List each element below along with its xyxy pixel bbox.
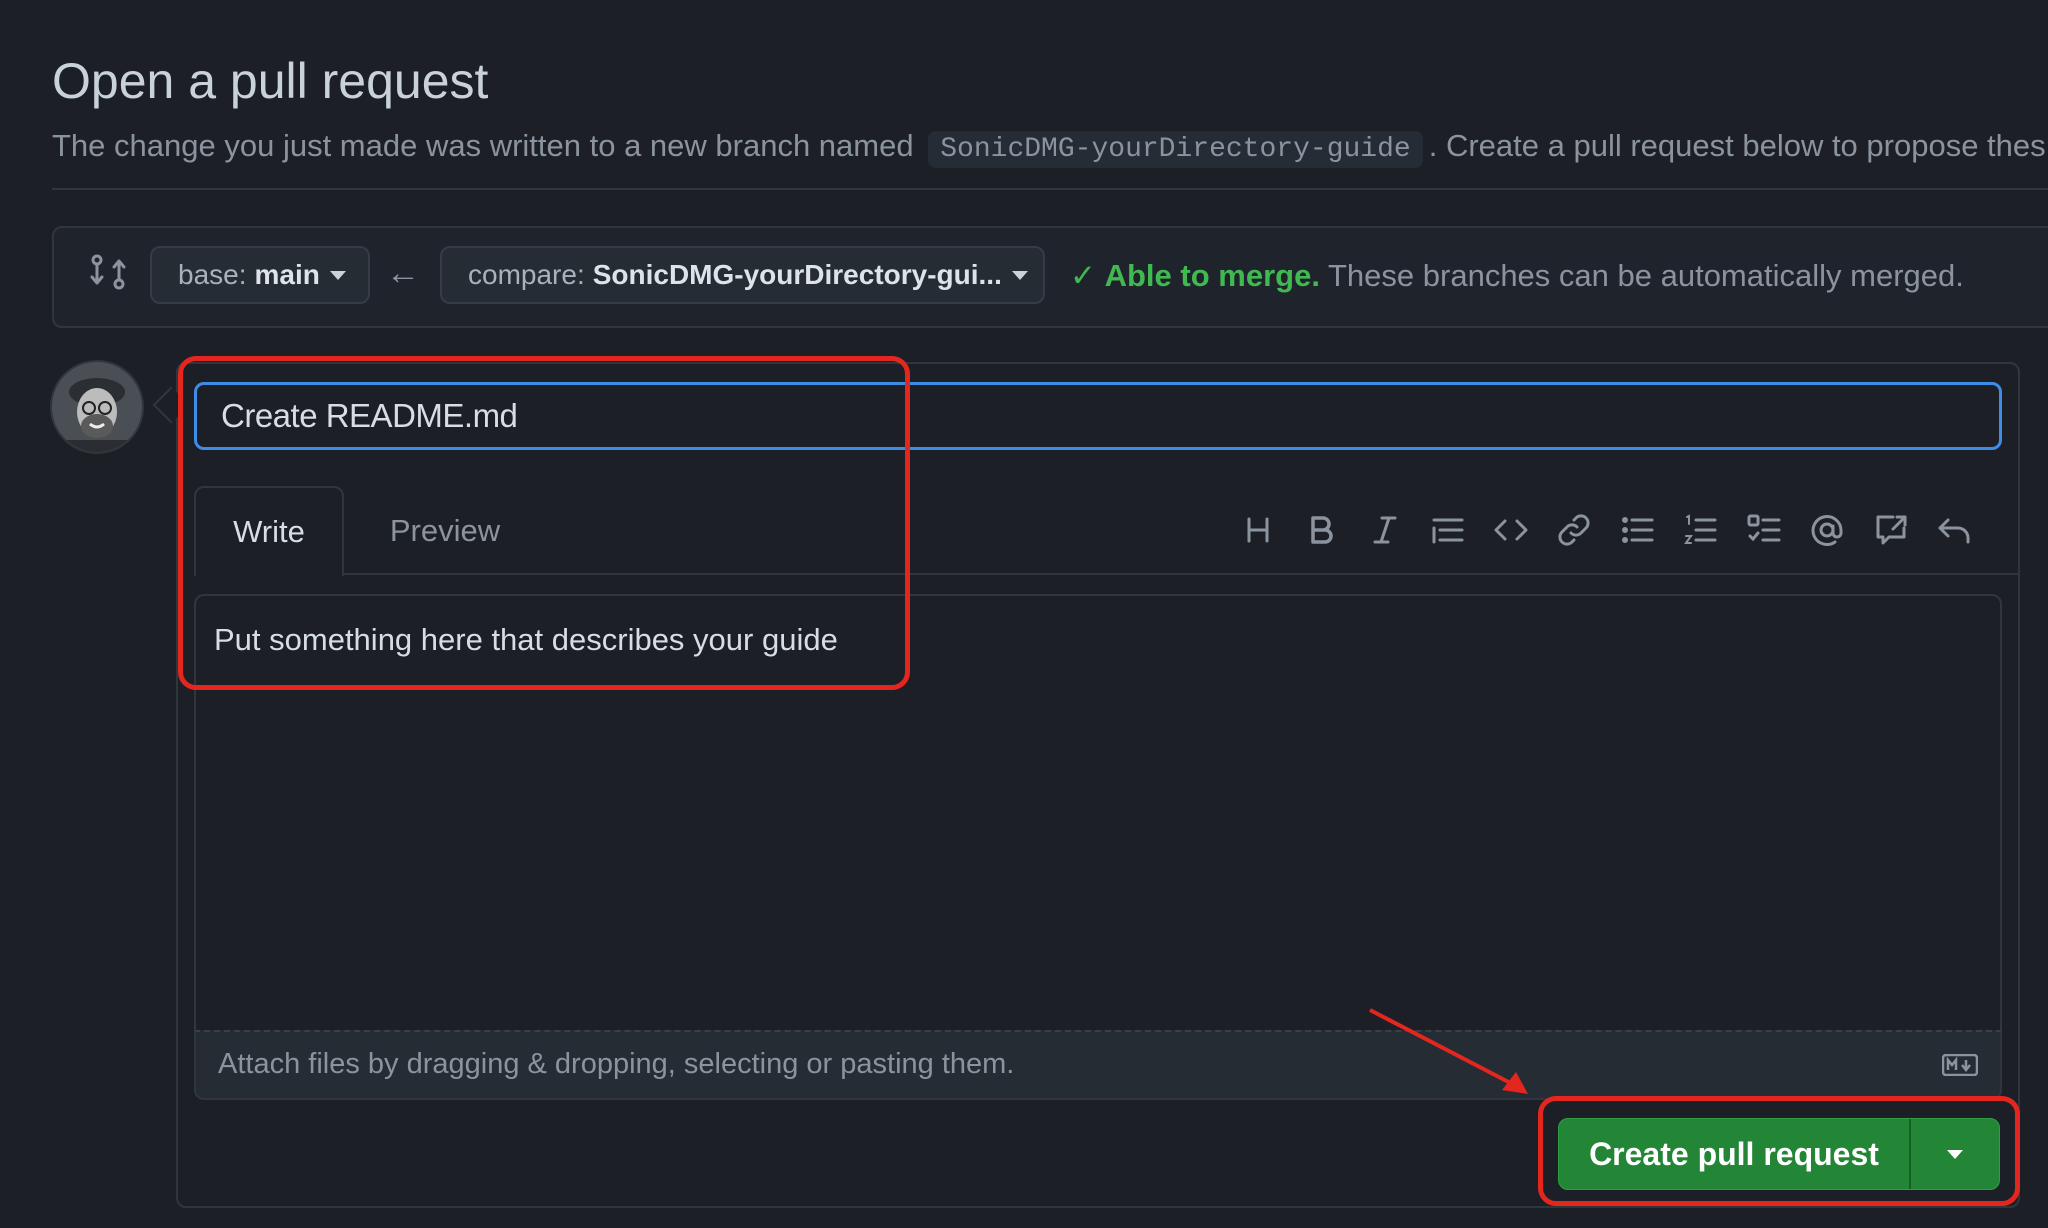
merge-ok-label: Able to merge. — [1104, 258, 1320, 293]
header-divider — [52, 188, 2048, 190]
compare-label: compare: — [468, 259, 585, 290]
link-icon[interactable] — [1552, 508, 1596, 552]
tab-write[interactable]: Write — [194, 486, 344, 576]
markdown-toolbar — [1236, 506, 1976, 554]
avatar[interactable] — [50, 360, 144, 454]
bold-icon[interactable] — [1299, 508, 1343, 552]
reply-icon[interactable] — [1932, 508, 1976, 552]
merge-status: ✓ Able to merge. These branches can be a… — [1070, 258, 1964, 294]
code-icon[interactable] — [1489, 508, 1533, 552]
annotation-highlight-button — [1538, 1096, 2020, 1206]
quote-icon[interactable] — [1426, 508, 1470, 552]
markdown-icon — [1941, 1053, 1979, 1077]
attach-files-text: Attach files by dragging & dropping, sel… — [218, 1048, 1015, 1080]
numbered-list-icon[interactable] — [1679, 508, 1723, 552]
task-list-icon[interactable] — [1742, 508, 1786, 552]
merge-status-text: These branches can be automatically merg… — [1328, 258, 1964, 293]
compare-value: SonicDMG-yourDirectory-gui... — [592, 259, 1002, 290]
base-value: main — [254, 259, 320, 290]
compare-arrows-icon — [88, 252, 128, 292]
subtitle-text-after: . Create a pull request below to propose… — [1428, 128, 2046, 163]
page-subtitle: The change you just made was written to … — [52, 128, 2046, 168]
annotation-arrow — [1369, 1008, 1528, 1094]
compare-branch-select[interactable]: compare: SonicDMG-yourDirectory-gui... — [440, 246, 1045, 304]
chevron-down-icon — [329, 270, 346, 280]
branch-name-code: SonicDMG-yourDirectory-guide — [928, 131, 1423, 168]
base-branch-select[interactable]: base: main — [150, 246, 370, 304]
subtitle-text: The change you just made was written to … — [52, 128, 914, 163]
page-title: Open a pull request — [52, 53, 489, 109]
check-icon: ✓ — [1070, 258, 1096, 293]
arrow-left-icon: ← — [386, 254, 420, 292]
chevron-down-icon — [1011, 270, 1028, 280]
base-label: base: — [178, 259, 247, 290]
heading-icon[interactable] — [1236, 508, 1280, 552]
italic-icon[interactable] — [1363, 508, 1407, 552]
reference-icon[interactable] — [1869, 508, 1913, 552]
mention-icon[interactable] — [1805, 508, 1849, 552]
bullet-list-icon[interactable] — [1616, 508, 1660, 552]
